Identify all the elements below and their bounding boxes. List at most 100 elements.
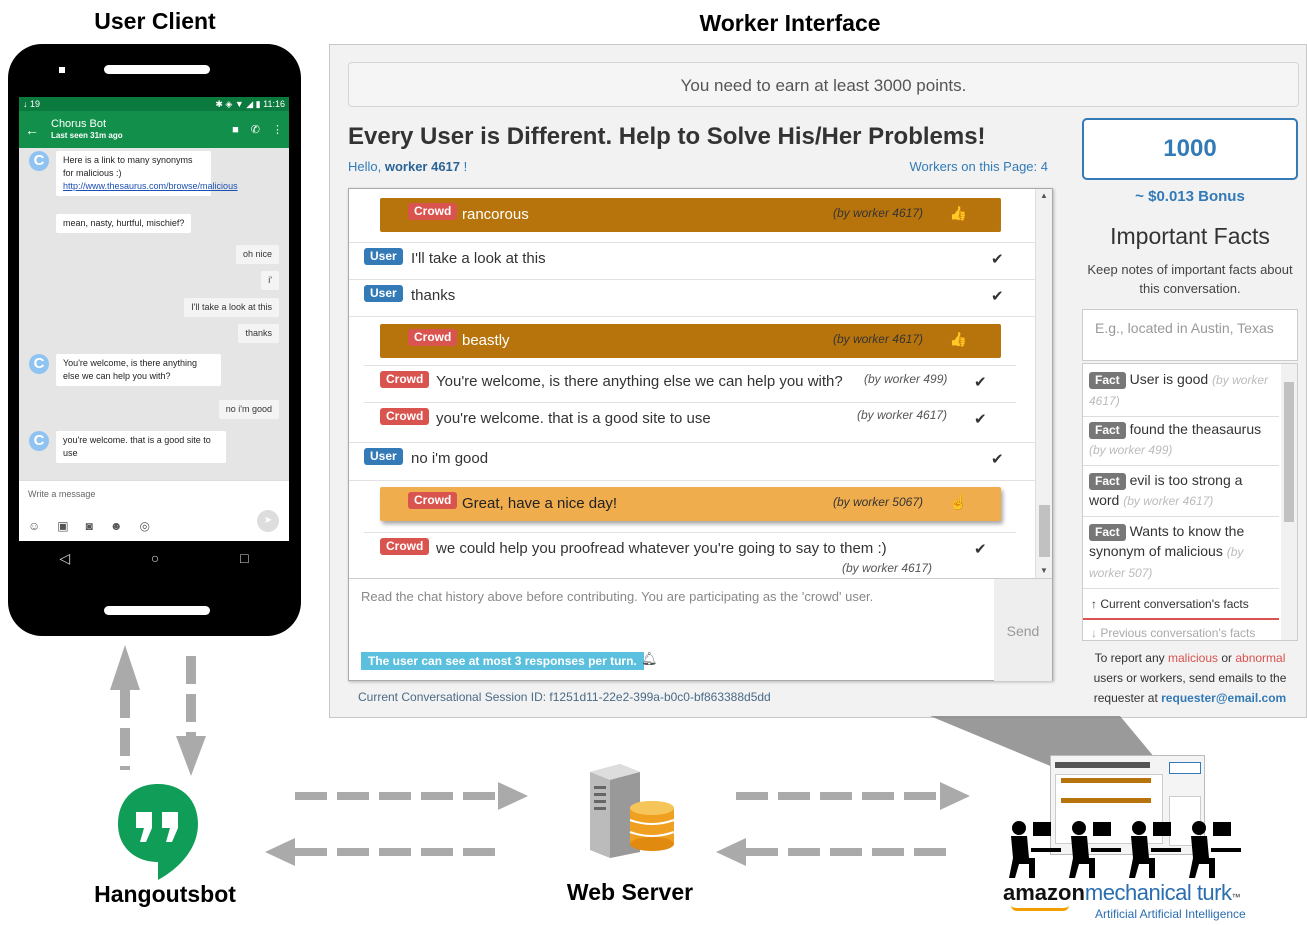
send-button[interactable]: Send <box>994 579 1052 681</box>
current-facts-tab[interactable]: ↑ Current conversation's facts <box>1091 597 1249 611</box>
web-server-icon <box>590 764 675 858</box>
arrow-up-shaft <box>120 690 130 770</box>
composer: Read the chat history above before contr… <box>349 578 1052 681</box>
arrow-down-shaft <box>186 656 196 736</box>
contact-name: Chorus Bot <box>51 117 107 130</box>
synonym-link[interactable]: http://www.thesaurus.com/browse/maliciou… <box>63 181 238 191</box>
crowd-workers-icon <box>1009 821 1241 878</box>
requester-email-link[interactable]: requester@email.com <box>1161 691 1286 705</box>
location-icon[interactable]: ◎ <box>140 519 150 533</box>
send-icon[interactable]: ➤ <box>257 510 279 532</box>
message-author: (by worker 5067) <box>832 495 923 509</box>
back-arrow-icon[interactable]: ← <box>25 122 51 138</box>
scroll-up-icon[interactable]: ▲ <box>1040 191 1048 200</box>
scroll-down-icon[interactable]: ▼ <box>1040 566 1048 575</box>
video-call-icon[interactable]: ■ <box>232 124 239 136</box>
more-menu-icon[interactable]: ⋮ <box>272 123 283 136</box>
fact-item: Fact Wants to know the synonym of malici… <box>1083 516 1279 589</box>
mturk-amazon-smile <box>1011 905 1069 911</box>
facts-scroll-thumb[interactable] <box>1284 382 1294 522</box>
arrow-down-head <box>176 736 206 776</box>
page-title: Every User is Different. Help to Solve H… <box>348 123 986 150</box>
response-cap-badge: The user can see at most 3 responses per… <box>361 652 644 670</box>
chat-row: User thanks ✔ <box>349 279 1035 316</box>
chat-scrollbar[interactable]: ▲ ▼ <box>1035 189 1052 578</box>
side-panel: 1000 ~ $0.013 Bonus Important Facts Keep… <box>1082 118 1298 705</box>
mturk-amazon-text: amazon <box>1003 880 1085 905</box>
chat-panel: Crowd rancorous (by worker 4617) 👍 User … <box>348 188 1053 681</box>
fact-text: found the theasaurus <box>1129 421 1262 437</box>
chat-message-bot: you're welcome. that is a good site to u… <box>56 431 226 463</box>
status-left: ↓ 19 <box>23 99 41 109</box>
fact-text: User is good <box>1129 371 1209 387</box>
message-author: (by worker 4617) <box>832 332 923 346</box>
chat-message-user: I'll take a look at this <box>184 298 279 317</box>
camera-icon[interactable]: ◙ <box>86 519 93 533</box>
crowd-proposal-hover[interactable]: Crowd Great, have a nice day! (by worker… <box>380 487 1001 521</box>
message-input[interactable]: Write a message <box>28 489 95 499</box>
arrow-left-head <box>265 838 295 866</box>
fact-label: Fact <box>1089 372 1126 389</box>
arrow-right-shaft <box>295 792 500 800</box>
hello-text: Hello, worker 4617 ! <box>348 159 467 174</box>
crowd-proposal[interactable]: Crowd rancorous (by worker 4617) 👍 <box>380 198 1001 232</box>
mturk-tm: ™ <box>1231 892 1241 902</box>
fact-label: Fact <box>1089 473 1126 490</box>
check-icon: ✔ <box>974 411 987 428</box>
sticker-icon[interactable]: ☻ <box>110 519 123 533</box>
fact-item: Fact found the theasaurus (by worker 499… <box>1083 414 1279 466</box>
chat-row: Crowd we could help you proofread whatev… <box>364 532 1016 578</box>
input-icons: ☺ ▣ ◙ ☻ ◎ <box>28 519 150 533</box>
chat-row: Crowd you're welcome. that is a good sit… <box>364 402 1016 442</box>
emoji-icon[interactable]: ☺ <box>28 519 40 533</box>
current-facts-label: Current conversation's facts <box>1100 597 1249 611</box>
arrow-right-head-2 <box>940 782 970 810</box>
app-bar: ← Chorus Bot Last seen 31m ago ■ ✆ ⋮ <box>19 111 289 148</box>
arrow-left-head-2 <box>716 838 746 866</box>
nav-back-icon[interactable]: ◁ <box>59 550 70 567</box>
crowd-proposal[interactable]: Crowd beastly (by worker 4617) 👍 <box>380 324 1001 358</box>
report-text: To report any malicious or abnormal user… <box>1082 648 1298 708</box>
report-abnormal: abnormal <box>1235 651 1286 665</box>
fact-input[interactable]: E.g., located in Austin, Texas <box>1082 309 1298 361</box>
facts-scrollbar[interactable] <box>1281 364 1297 640</box>
phone-camera <box>59 67 65 73</box>
composer-input[interactable]: Read the chat history above before contr… <box>361 589 981 604</box>
pointer-hand-icon[interactable]: ☝ <box>950 494 967 511</box>
workers-count: Workers on this Page: 4 <box>909 159 1049 174</box>
arrow-up-head <box>110 645 140 690</box>
worker-interface-heading: Worker Interface <box>699 10 881 36</box>
nav-home-icon[interactable]: ○ <box>151 550 159 566</box>
nav-recents-icon[interactable]: □ <box>240 550 248 566</box>
chat-row: Crowd You're welcome, is there anything … <box>364 365 1016 402</box>
report-or: or <box>1218 651 1236 665</box>
message-text: we could help you proofread whatever you… <box>436 540 887 557</box>
chat-message-bot: You're welcome, is there anything else w… <box>56 354 221 386</box>
thumbs-up-icon[interactable]: 👍 <box>950 205 967 222</box>
report-p1: To report any <box>1094 651 1168 665</box>
phone-call-icon[interactable]: ✆ <box>251 123 260 136</box>
facts-list: Fact User is good (by worker 4617) Fact … <box>1082 363 1298 641</box>
phone-speaker <box>104 65 210 74</box>
check-icon: ✔ <box>974 374 987 391</box>
message-author: (by worker 4617) <box>857 408 948 422</box>
bot-avatar-icon: C <box>29 431 49 451</box>
image-icon[interactable]: ▣ <box>57 519 68 533</box>
web-server-label: Web Server <box>566 879 694 905</box>
check-icon: ✔ <box>991 288 1004 305</box>
chat-row: User no i'm good ✔ <box>349 442 1035 480</box>
phone-screen: ↓ 19 ✱ ◈ ▼ ◢ ▮ 11:16 ← Chorus Bot Last s… <box>19 97 289 541</box>
check-icon: ✔ <box>991 251 1004 268</box>
bonus-text: ~ $0.013 Bonus <box>1135 188 1245 205</box>
bell-icon[interactable]: 🔔︎ <box>641 651 658 667</box>
worker-name: worker 4617 <box>384 159 461 174</box>
chat-history: C Here is a link to many synonyms for ma… <box>19 148 289 480</box>
chat-message-bot: mean, nasty, hurtful, mischief? <box>56 214 192 233</box>
previous-facts-tab[interactable]: ↓ Previous conversation's facts <box>1091 626 1255 640</box>
chat-message-bot: Here is a link to many synonyms for mali… <box>56 151 238 196</box>
fact-placeholder: E.g., located in Austin, Texas <box>1095 320 1274 336</box>
message-author: (by worker 499) <box>864 372 948 386</box>
chat-row: User I'll take a look at this ✔ <box>349 242 1035 279</box>
thumbs-up-icon[interactable]: 👍 <box>950 331 967 348</box>
scroll-thumb[interactable] <box>1039 505 1050 557</box>
